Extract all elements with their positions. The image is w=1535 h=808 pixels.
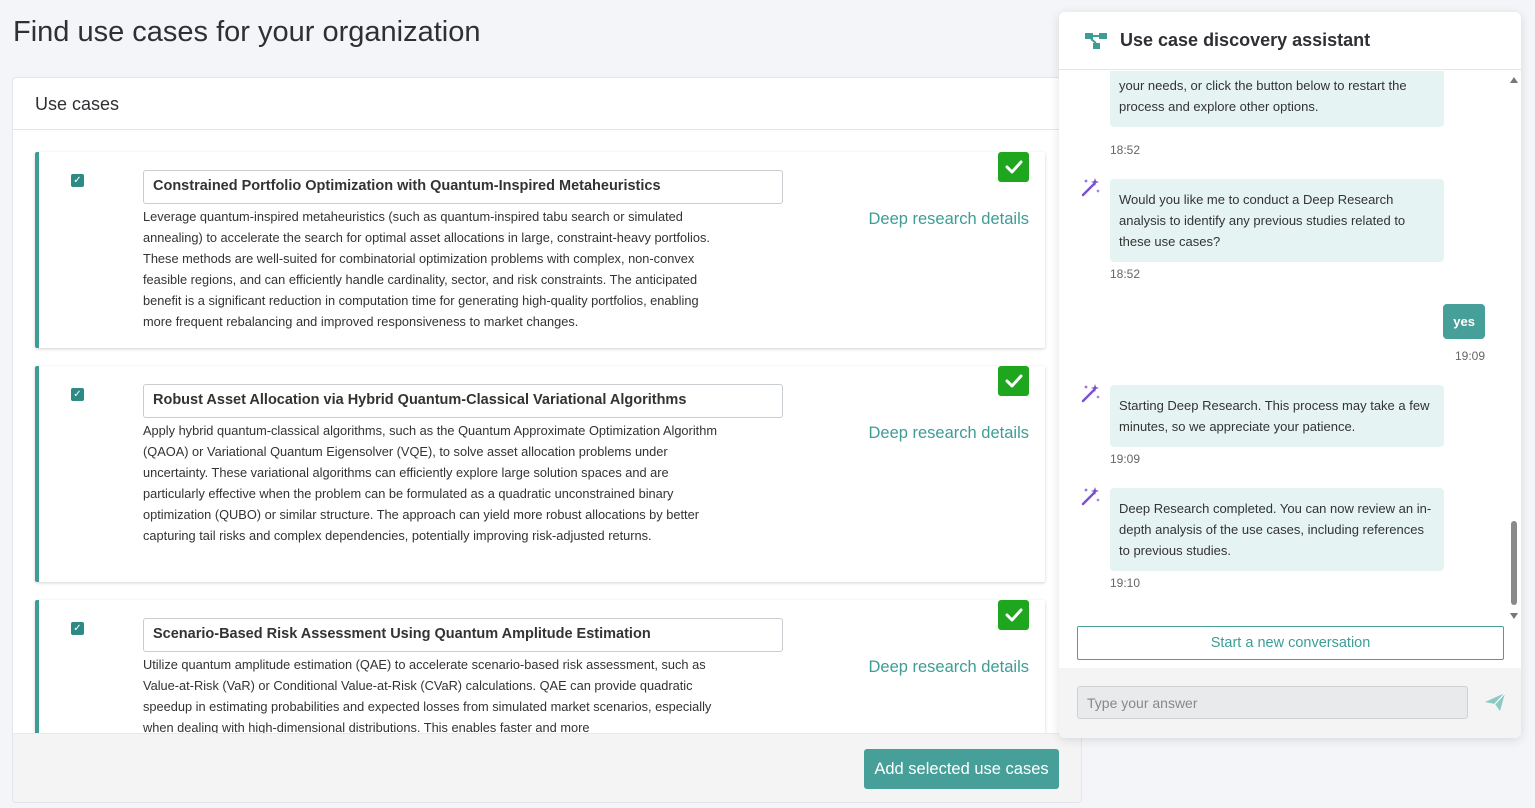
checkmark-icon bbox=[1005, 608, 1022, 622]
scroll-down-arrow-icon[interactable] bbox=[1510, 613, 1518, 619]
page-title: Find use cases for your organization bbox=[13, 16, 481, 48]
bot-message: your needs, or click the button below to… bbox=[1110, 71, 1444, 127]
use-case-title-input[interactable]: Robust Asset Allocation via Hybrid Quant… bbox=[143, 384, 783, 418]
use-case-card: ✓ Robust Asset Allocation via Hybrid Qua… bbox=[35, 366, 1045, 582]
use-case-description: Apply hybrid quantum-classical algorithm… bbox=[143, 423, 717, 543]
message-text: Deep Research completed. You can now rev… bbox=[1119, 501, 1432, 558]
message-time: 19:09 bbox=[1110, 452, 1141, 466]
use-case-card: ✓ Scenario-Based Risk Assessment Using Q… bbox=[35, 600, 1045, 735]
chat-answer-input[interactable] bbox=[1077, 686, 1468, 719]
use-case-checkbox[interactable]: ✓ bbox=[71, 174, 84, 187]
use-case-checkbox[interactable]: ✓ bbox=[71, 388, 84, 401]
message-text: yes bbox=[1453, 314, 1475, 329]
paper-plane-icon[interactable] bbox=[1483, 690, 1507, 714]
use-cases-footer: Add selected use cases bbox=[13, 733, 1081, 802]
chat-title: Use case discovery assistant bbox=[1120, 30, 1371, 50]
selected-badge bbox=[998, 600, 1029, 630]
deep-research-details-link[interactable]: Deep research details bbox=[868, 210, 1029, 229]
checkmark-icon bbox=[1005, 160, 1022, 174]
selected-badge bbox=[998, 366, 1029, 396]
message-time: 18:52 bbox=[1110, 143, 1141, 157]
add-selected-use-cases-button[interactable]: Add selected use cases bbox=[864, 749, 1059, 789]
message-time: 18:52 bbox=[1110, 267, 1141, 281]
scrollbar-thumb[interactable] bbox=[1511, 521, 1517, 605]
use-cases-panel: Use cases ✓ Constrained Portfolio Optimi… bbox=[12, 77, 1082, 803]
chat-input-area bbox=[1059, 668, 1521, 738]
use-cases-list[interactable]: ✓ Constrained Portfolio Optimization wit… bbox=[13, 130, 1081, 735]
selected-badge bbox=[998, 152, 1029, 182]
bot-message: Would you like me to conduct a Deep Rese… bbox=[1110, 179, 1444, 262]
checkmark-icon bbox=[1005, 374, 1022, 388]
scroll-up-arrow-icon[interactable] bbox=[1510, 77, 1518, 83]
chat-header: Use case discovery assistant bbox=[1059, 12, 1521, 70]
use-case-description: Leverage quantum-inspired metaheuristics… bbox=[143, 209, 710, 329]
message-text: Starting Deep Research. This process may… bbox=[1119, 398, 1430, 434]
start-new-conversation-button[interactable]: Start a new conversation bbox=[1077, 626, 1504, 660]
message-time: 19:10 bbox=[1110, 576, 1141, 590]
message-time: 19:09 bbox=[1454, 349, 1485, 363]
network-nodes-icon bbox=[1085, 32, 1107, 49]
deep-research-details-link[interactable]: Deep research details bbox=[868, 424, 1029, 443]
chat-scrollbar[interactable] bbox=[1509, 73, 1519, 619]
use-cases-header: Use cases bbox=[13, 78, 1081, 130]
bot-message: Starting Deep Research. This process may… bbox=[1110, 385, 1444, 447]
message-text: Would you like me to conduct a Deep Rese… bbox=[1119, 192, 1406, 249]
chat-panel: Use case discovery assistant your needs,… bbox=[1059, 12, 1521, 738]
use-case-description: Utilize quantum amplitude estimation (QA… bbox=[143, 657, 712, 735]
use-case-checkbox[interactable]: ✓ bbox=[71, 622, 84, 635]
message-text: your needs, or click the button below to… bbox=[1119, 78, 1407, 114]
magic-wand-icon bbox=[1081, 178, 1100, 197]
use-case-title-input[interactable]: Constrained Portfolio Optimization with … bbox=[143, 170, 783, 204]
magic-wand-icon bbox=[1081, 487, 1100, 506]
use-case-card: ✓ Constrained Portfolio Optimization wit… bbox=[35, 152, 1045, 348]
user-message: yes bbox=[1443, 304, 1485, 339]
magic-wand-icon bbox=[1081, 384, 1100, 403]
deep-research-details-link[interactable]: Deep research details bbox=[868, 658, 1029, 677]
use-case-title-input[interactable]: Scenario-Based Risk Assessment Using Qua… bbox=[143, 618, 783, 652]
chat-messages[interactable]: your needs, or click the button below to… bbox=[1059, 71, 1521, 621]
bot-message: Deep Research completed. You can now rev… bbox=[1110, 488, 1444, 571]
